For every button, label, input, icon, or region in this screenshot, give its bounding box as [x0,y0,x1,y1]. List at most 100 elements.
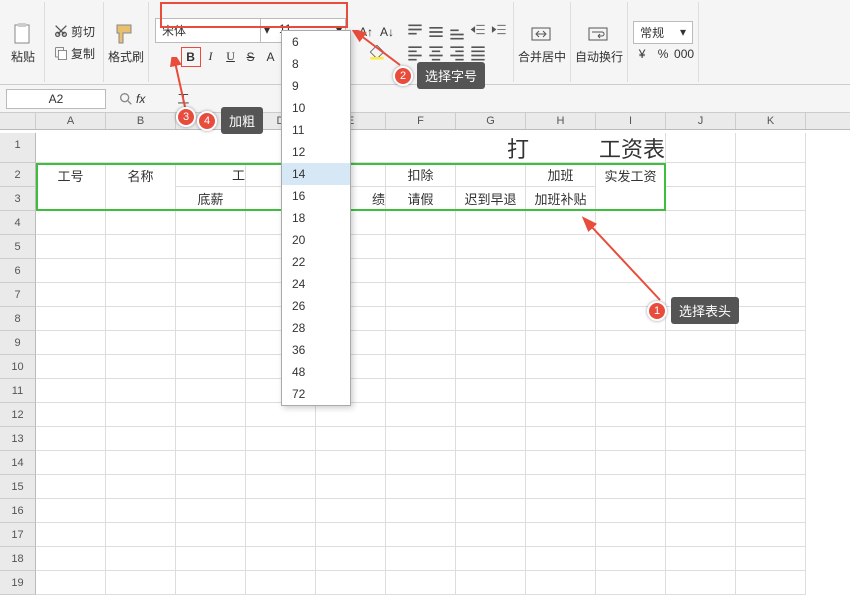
size-option-selected[interactable]: 14 [282,163,350,185]
cell[interactable] [596,379,666,403]
cell[interactable]: 迟到早退 [456,187,526,211]
cell[interactable] [596,499,666,523]
cell[interactable] [596,403,666,427]
cell[interactable] [386,355,456,379]
cell[interactable] [526,355,596,379]
cell[interactable] [666,235,736,259]
cell[interactable] [526,211,596,235]
cell[interactable] [36,427,106,451]
cell[interactable] [176,499,246,523]
cell[interactable] [456,475,526,499]
col-header[interactable]: A [36,113,106,129]
cell[interactable] [666,499,736,523]
cell[interactable] [666,427,736,451]
cell[interactable] [596,259,666,283]
size-option[interactable]: 26 [282,295,350,317]
cell[interactable] [596,355,666,379]
row-header[interactable]: 12 [0,403,36,427]
cell[interactable] [36,499,106,523]
cell[interactable] [106,259,176,283]
col-header[interactable]: H [526,113,596,129]
cell[interactable] [176,331,246,355]
cell[interactable]: 请假 [386,187,456,211]
cell[interactable] [736,211,806,235]
cell[interactable] [666,163,736,187]
cell[interactable] [456,235,526,259]
cell[interactable] [666,187,736,211]
wrap-button[interactable] [582,20,616,48]
cell[interactable] [106,235,176,259]
cell[interactable] [36,187,106,211]
cell[interactable] [736,475,806,499]
cell[interactable] [36,211,106,235]
col-header[interactable]: K [736,113,806,129]
cell[interactable] [176,523,246,547]
cell[interactable] [666,475,736,499]
copy-button[interactable]: 复制 [49,43,99,64]
cell[interactable] [176,571,246,595]
cell[interactable] [106,451,176,475]
cell[interactable] [736,307,806,331]
row-header[interactable]: 18 [0,547,36,571]
cell[interactable] [106,283,176,307]
cell[interactable] [106,475,176,499]
size-option[interactable]: 12 [282,141,350,163]
cell[interactable] [106,211,176,235]
size-option[interactable]: 28 [282,317,350,339]
cell[interactable] [736,523,806,547]
cell[interactable] [596,211,666,235]
cell[interactable] [526,499,596,523]
cell[interactable] [386,571,456,595]
cell[interactable] [456,499,526,523]
cell[interactable]: 加班补贴 [526,187,596,211]
cell[interactable] [176,427,246,451]
cell[interactable] [176,211,246,235]
cell[interactable] [456,163,526,187]
cell[interactable] [246,523,316,547]
cell[interactable] [456,307,526,331]
row-header[interactable]: 5 [0,235,36,259]
cell[interactable] [176,307,246,331]
cell[interactable]: 工 [176,163,246,187]
cell[interactable] [106,571,176,595]
cell[interactable] [666,571,736,595]
decrease-font-button[interactable]: A↓ [377,22,397,42]
cell[interactable] [246,547,316,571]
cell[interactable] [666,331,736,355]
cell[interactable] [106,187,176,211]
row-header[interactable]: 14 [0,451,36,475]
cell[interactable] [246,427,316,451]
cell[interactable] [596,475,666,499]
cell[interactable] [36,331,106,355]
size-option[interactable]: 10 [282,97,350,119]
cell[interactable] [526,523,596,547]
align-right-button[interactable] [447,43,467,63]
align-mid-button[interactable] [426,22,446,42]
cell[interactable] [36,475,106,499]
cell[interactable] [386,235,456,259]
cell[interactable] [456,523,526,547]
cell[interactable] [386,499,456,523]
row-header[interactable]: 6 [0,259,36,283]
cell[interactable] [736,427,806,451]
cell[interactable] [36,283,106,307]
cell[interactable] [736,571,806,595]
size-option[interactable]: 6 [282,31,350,53]
underline-button[interactable]: U [221,47,241,67]
cell[interactable] [246,403,316,427]
cell[interactable] [666,355,736,379]
indent-dec-button[interactable] [468,22,488,42]
cell[interactable] [526,283,596,307]
cell[interactable] [456,379,526,403]
size-option[interactable]: 24 [282,273,350,295]
cell[interactable] [736,235,806,259]
col-header[interactable]: G [456,113,526,129]
cell[interactable] [316,451,386,475]
percent-button[interactable]: % [653,44,673,64]
comma-button[interactable]: 000 [674,44,694,64]
cell[interactable] [596,571,666,595]
row-header[interactable]: 4 [0,211,36,235]
cell[interactable] [386,307,456,331]
cell[interactable] [456,355,526,379]
cell[interactable] [666,523,736,547]
